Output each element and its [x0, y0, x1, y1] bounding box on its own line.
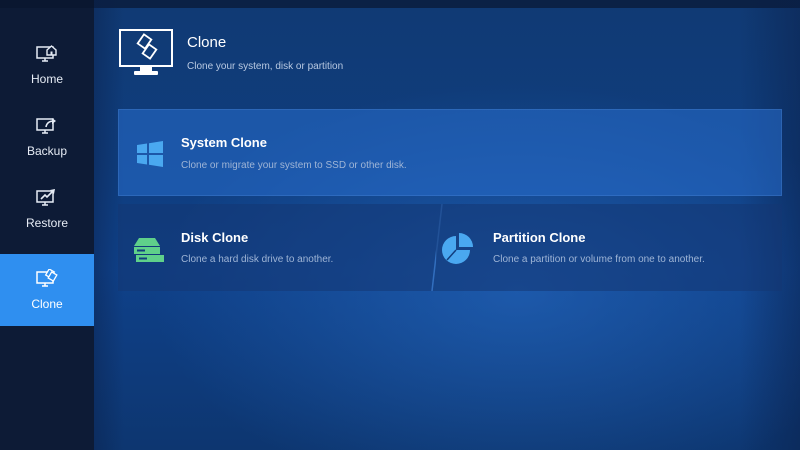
main-panel: Clone Clone your system, disk or partiti… — [94, 0, 800, 450]
home-icon — [36, 45, 57, 62]
sidebar-item-label: Clone — [31, 297, 63, 311]
sidebar-item-label: Restore — [25, 216, 69, 230]
partition-clone-description: Clone a partition or volume from one to … — [493, 254, 705, 265]
system-clone-description: Clone or migrate your system to SSD or o… — [181, 160, 407, 171]
sidebar-item-home[interactable]: Home — [0, 29, 94, 101]
clone-monitor-icon — [119, 29, 173, 75]
sidebar-item-restore[interactable]: Restore — [0, 173, 94, 245]
app-window: Home Backup Restore Clone Clone Clone yo… — [0, 0, 800, 450]
disk-drive-icon — [134, 238, 164, 262]
disk-clone-card[interactable]: Disk Clone Clone a hard disk drive to an… — [118, 204, 436, 291]
page-title: Clone — [187, 34, 227, 51]
backup-icon — [36, 118, 56, 134]
sidebar: Home Backup Restore Clone — [0, 0, 94, 450]
pie-chart-icon — [442, 233, 473, 264]
partition-clone-title: Partition Clone — [493, 230, 586, 245]
windows-icon — [137, 141, 163, 167]
partition-clone-card[interactable]: Partition Clone Clone a partition or vol… — [436, 204, 782, 291]
disk-clone-description: Clone a hard disk drive to another. — [181, 254, 334, 265]
sidebar-item-label: Home — [30, 72, 63, 86]
sidebar-item-label: Backup — [26, 144, 68, 158]
sidebar-top-strip — [0, 0, 94, 8]
sidebar-item-backup[interactable]: Backup — [0, 101, 94, 173]
sidebar-item-clone[interactable]: Clone — [0, 254, 94, 326]
system-clone-title: System Clone — [181, 135, 267, 150]
disk-clone-title: Disk Clone — [181, 230, 249, 245]
system-clone-card[interactable]: System Clone Clone or migrate your syste… — [118, 109, 782, 196]
page-subtitle: Clone your system, disk or partition — [187, 61, 344, 72]
restore-icon — [36, 189, 55, 206]
clone-icon — [36, 269, 58, 287]
main-top-strip — [94, 0, 800, 8]
